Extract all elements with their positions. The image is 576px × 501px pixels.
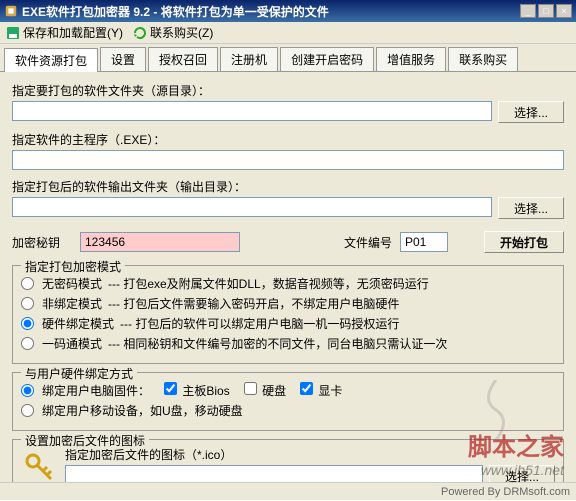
- tab-settings[interactable]: 设置: [100, 47, 146, 71]
- output-input[interactable]: [12, 197, 492, 217]
- hw-opt-firmware[interactable]: 绑定用户电脑固件： 主板Bios 硬盘 显卡: [21, 382, 555, 399]
- output-label: 指定打包后的软件输出文件夹（输出目录）：: [12, 178, 564, 195]
- window-controls: _ □ ×: [520, 4, 572, 18]
- close-button[interactable]: ×: [556, 4, 572, 18]
- tab-buy[interactable]: 联系购买: [448, 47, 518, 71]
- key-row: 加密秘钥 文件编号 开始打包: [12, 231, 564, 253]
- icon-groupbox: 设置加密后文件的图标 指定加密后文件的图标（*.ico） 选择... 使用默认图…: [12, 439, 564, 484]
- mode-title: 指定打包加密模式: [21, 258, 125, 275]
- check-hdd[interactable]: 硬盘: [244, 382, 286, 399]
- hw-groupbox: 与用户硬件绑定方式 绑定用户电脑固件： 主板Bios 硬盘 显卡 绑定用户移动设…: [12, 372, 564, 431]
- mode-opt-0[interactable]: 无密码模式--- 打包exe及附属文件如DLL，数据音视频等，无须密码运行: [21, 275, 555, 292]
- check-gpu[interactable]: 显卡: [300, 382, 342, 399]
- fileno-label: 文件编号: [344, 234, 392, 251]
- tab-password[interactable]: 创建开启密码: [280, 47, 374, 71]
- statusbar: Powered By DRMsoft.com: [0, 482, 576, 500]
- key-input[interactable]: [80, 232, 240, 252]
- main-exe-block: 指定软件的主程序（.EXE）：: [12, 131, 564, 170]
- menu-save-label: 保存和加载配置(Y): [23, 24, 123, 41]
- source-block: 指定要打包的软件文件夹（源目录）： 选择...: [12, 82, 564, 123]
- menu-contact-label: 联系购买(Z): [150, 24, 213, 41]
- minimize-button[interactable]: _: [520, 4, 536, 18]
- main-panel: 指定要打包的软件文件夹（源目录）： 选择... 指定软件的主程序（.EXE）： …: [0, 72, 576, 484]
- fileno-input[interactable]: [400, 232, 448, 252]
- hw-opt-removable[interactable]: 绑定用户移动设备，如U盘，移动硬盘: [21, 402, 555, 419]
- menubar: 保存和加载配置(Y) 联系购买(Z): [0, 22, 576, 44]
- save-icon: [6, 26, 20, 40]
- mode-groupbox: 指定打包加密模式 无密码模式--- 打包exe及附属文件如DLL，数据音视频等，…: [12, 265, 564, 364]
- mode-opt-2[interactable]: 硬件绑定模式--- 打包后的软件可以绑定用户电脑一机一码授权运行: [21, 315, 555, 332]
- hw-title: 与用户硬件绑定方式: [21, 365, 137, 382]
- check-bios[interactable]: 主板Bios: [164, 382, 230, 399]
- maximize-button[interactable]: □: [538, 4, 554, 18]
- source-input[interactable]: [12, 101, 492, 121]
- icon-title: 设置加密后文件的图标: [21, 432, 149, 449]
- window-title: EXE软件打包加密器 9.2 - 将软件打包为单一受保护的文件: [22, 3, 520, 20]
- source-label: 指定要打包的软件文件夹（源目录）：: [12, 82, 564, 99]
- app-icon: [4, 4, 18, 18]
- tab-pack[interactable]: 软件资源打包: [4, 48, 98, 72]
- mode-opt-3[interactable]: 一码通模式--- 相同秘钥和文件编号加密的不同文件，同台电脑只需认证一次: [21, 335, 555, 352]
- menu-contact[interactable]: 联系购买(Z): [133, 24, 213, 41]
- tab-revoke[interactable]: 授权召回: [148, 47, 218, 71]
- source-browse-button[interactable]: 选择...: [498, 101, 564, 123]
- main-exe-label: 指定软件的主程序（.EXE）：: [12, 131, 564, 148]
- key-label: 加密秘钥: [12, 234, 72, 251]
- mode-opt-1[interactable]: 非绑定模式--- 打包后文件需要输入密码开启，不绑定用户电脑硬件: [21, 295, 555, 312]
- tab-strip: 软件资源打包 设置 授权召回 注册机 创建开启密码 增值服务 联系购买: [0, 44, 576, 72]
- menu-save-config[interactable]: 保存和加载配置(Y): [6, 24, 123, 41]
- keys-icon: [21, 449, 57, 485]
- tab-keygen[interactable]: 注册机: [220, 47, 278, 71]
- refresh-icon: [133, 26, 147, 40]
- titlebar: EXE软件打包加密器 9.2 - 将软件打包为单一受保护的文件 _ □ ×: [0, 0, 576, 22]
- start-pack-button[interactable]: 开始打包: [484, 231, 564, 253]
- tab-value[interactable]: 增值服务: [376, 47, 446, 71]
- main-exe-input[interactable]: [12, 150, 564, 170]
- output-browse-button[interactable]: 选择...: [498, 197, 564, 219]
- output-block: 指定打包后的软件输出文件夹（输出目录）： 选择...: [12, 178, 564, 219]
